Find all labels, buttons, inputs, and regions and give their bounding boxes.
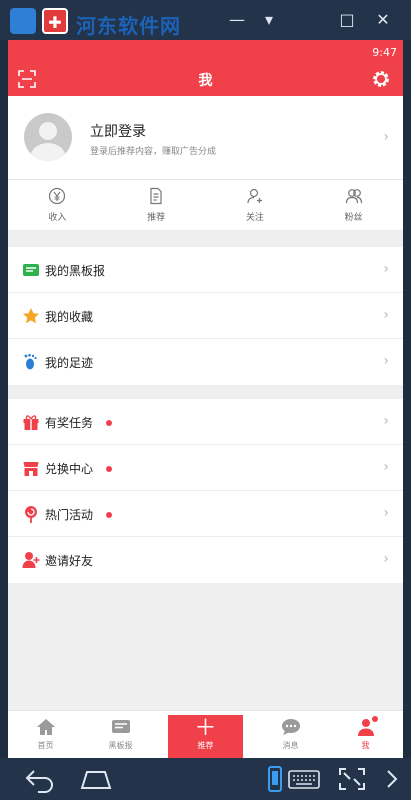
chevron-right-icon: › [383,353,389,369]
shop-icon [23,462,39,476]
login-card[interactable]: 立即登录 登录后推荐内容，赚取广告分成 › [8,96,403,180]
yuan-icon [49,187,66,205]
tab-home[interactable]: 首页 [8,711,83,758]
home-icon [36,719,55,735]
notification-dot [106,420,112,426]
watermark-logo: 河东软件网 [76,14,181,38]
stat-recommend[interactable]: 推荐 [107,180,206,230]
avatar [24,113,72,161]
menu-group-personal: 我的黑板报 › 我的收藏 › 我的足迹 › [8,247,403,385]
app-header: 9:47 我 [8,40,403,96]
notification-dot [106,512,112,518]
keyboard-icon[interactable] [286,764,322,794]
menu-item-blackboard[interactable]: 我的黑板报 › [8,247,403,293]
tab-label: 黑板报 [108,741,133,750]
menu-item-invite-friends[interactable]: 邀请好友 › [8,537,403,583]
chevron-right-icon: › [383,413,389,429]
back-icon[interactable] [22,764,58,794]
stat-label: 关注 [245,213,264,223]
emulator-nav-bar [0,758,411,800]
menu-label: 我的黑板报 [45,264,106,278]
stat-fans[interactable]: 粉丝 [304,180,403,230]
menu-label: 兑换中心 [45,462,94,476]
invite-person-icon [22,552,40,568]
page-title: 我 [198,73,213,89]
tab-me[interactable]: 我 [328,711,403,758]
menu-label: 邀请好友 [45,554,94,568]
chevron-right-icon: › [383,307,389,323]
tab-label: 首页 [37,741,54,750]
login-label: 立即登录 [90,124,146,140]
notification-dot [106,466,112,472]
stat-label: 推荐 [147,213,166,223]
chevron-right-icon: › [383,129,389,145]
phone-screen: 9:47 我 立即登录 登录后推荐内容，赚取广告分成 › 收入 推荐 关注 粉丝… [8,40,403,758]
emulator-home-tab[interactable] [10,8,36,34]
menu-item-reward-tasks[interactable]: 有奖任务 › [8,399,403,445]
footprint-icon [24,353,37,370]
chevron-right-icon: › [383,261,389,277]
stat-following[interactable]: 关注 [206,180,305,230]
menu-label: 我的收藏 [45,310,94,324]
lollipop-icon [25,506,37,523]
chat-icon [281,719,300,735]
stats-row: 收入 推荐 关注 粉丝 [8,180,403,230]
menu-item-hot-events[interactable]: 热门活动 › [8,491,403,537]
star-icon [23,308,39,324]
people-icon [345,189,362,204]
stat-income[interactable]: 收入 [8,180,107,230]
gift-icon [23,415,39,430]
stat-label: 收入 [48,213,67,223]
tab-label: 我 [361,741,370,750]
tab-messages[interactable]: 消息 [253,711,328,758]
minimize-icon[interactable]: — [226,10,248,30]
plus-icon: ＋ [194,716,217,741]
tab-label: 推荐 [197,741,214,750]
login-subtitle: 登录后推荐内容，赚取广告分成 [90,147,217,157]
dropdown-icon[interactable]: ▾ [258,10,280,30]
close-icon[interactable]: ✕ [372,10,394,30]
maximize-icon[interactable]: □ [336,10,358,30]
tab-label: 消息 [282,741,299,750]
chevron-right-icon: › [383,505,389,521]
bottom-tab-bar: 首页 黑板报 ＋ 推荐 消息 我 [8,710,403,758]
menu-label: 有奖任务 [45,416,94,430]
emulator-title-bar: ✚ 河东软件网 — ▾ □ ✕ [0,0,411,40]
notification-dot [371,716,378,722]
menu-item-exchange-center[interactable]: 兑换中心 › [8,445,403,491]
fullscreen-icon[interactable] [334,764,370,794]
chevron-right-icon: › [383,459,389,475]
status-time: 9:47 [372,46,397,59]
menu-label: 热门活动 [45,508,94,522]
menu-item-footprints[interactable]: 我的足迹 › [8,339,403,385]
gear-icon[interactable] [371,69,391,89]
add-person-icon [247,188,262,204]
board-icon [111,720,130,733]
tab-recommend[interactable]: ＋ 推荐 [168,715,243,758]
chevron-right-icon[interactable] [378,764,411,794]
blackboard-icon [23,264,39,276]
menu-item-favorites[interactable]: 我的收藏 › [8,293,403,339]
tab-blackboard[interactable]: 黑板报 [83,711,158,758]
chevron-right-icon: › [383,551,389,567]
stat-label: 粉丝 [344,213,363,223]
menu-label: 我的足迹 [45,356,94,370]
menu-group-rewards: 有奖任务 › 兑换中心 › 热门活动 › 邀请好友 › [8,399,403,583]
document-icon [150,187,162,205]
home-button-icon[interactable] [78,764,114,794]
app-tab[interactable]: ✚ [42,8,68,34]
